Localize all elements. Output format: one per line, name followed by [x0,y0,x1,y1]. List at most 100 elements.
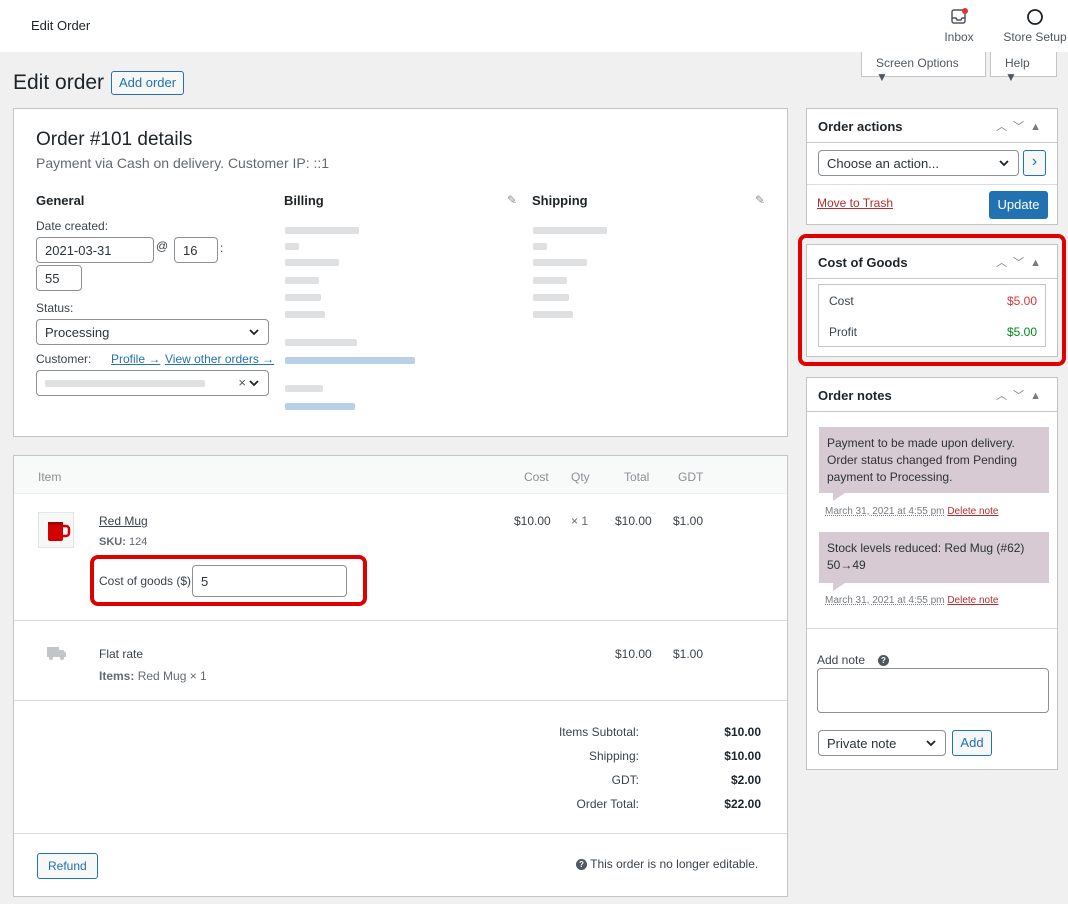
inbox-button[interactable]: Inbox [938,8,980,44]
delete-note-link[interactable]: Delete note [947,506,998,517]
note-pointer [833,583,845,591]
chevron-down-icon [249,380,259,387]
order-items-panel: Item Cost Qty Total GDT Red Mug SKU: 124… [13,455,788,897]
order-action-value: Choose an action... [827,156,940,171]
order-total-label: Order Total: [576,797,639,811]
screen-options-button[interactable]: Screen Options ▼ [861,52,986,84]
customer-label: Customer: [36,352,92,366]
move-to-trash-link[interactable]: Move to Trash [817,196,893,210]
items-subtotal-value: $10.00 [724,725,761,739]
product-total: $10.00 [615,514,652,528]
delete-note-link[interactable]: Delete note [947,595,998,606]
add-order-button[interactable]: Add order [111,71,185,95]
shipping-total-value: $10.00 [724,749,761,763]
add-note-button[interactable]: Add [952,730,992,756]
product-name-link[interactable]: Red Mug [99,514,148,528]
order-subheading: Payment via Cash on delivery. Customer I… [36,155,330,171]
shipping-total: $10.00 [615,647,652,661]
sku-value: 124 [128,536,148,548]
date-created-label: Date created: [36,219,109,233]
inbox-icon [951,8,968,24]
red-mug-thumbnail [38,512,74,548]
date-created-input[interactable]: 2021-03-31 [36,237,154,263]
edit-billing-pencil-icon[interactable]: ✎ [507,193,517,207]
chevron-down-icon [249,329,259,336]
gdt-total-label: GDT: [611,773,639,787]
order-actions-header[interactable]: Order actions ︿﹀▲ [807,109,1057,143]
shipping-gdt: $1.00 [673,647,704,661]
general-heading: General [36,193,85,208]
store-setup-label: Store Setup [1003,30,1067,44]
cost-column-header: Cost [524,470,549,484]
highlight-cost-of-goods-box [798,234,1066,366]
update-button[interactable]: Update [989,191,1048,219]
circle-progress-icon [1027,9,1043,25]
box-controls-icon[interactable]: ︿﹀▲ [996,387,1047,403]
customer-redacted [45,380,205,387]
order-actions-box: Order actions ︿﹀▲ Choose an action... › … [806,108,1058,225]
items-table-header: Item Cost Qty Total GDT [14,456,787,494]
hour-input[interactable]: 16 [174,237,218,263]
order-actions-title: Order actions [818,119,903,134]
shipping-items-value: Red Mug × 1 [137,669,207,683]
divider [807,184,1057,185]
order-total-value: $22.00 [724,797,761,811]
refund-button[interactable]: Refund [37,853,98,879]
shipping-heading: Shipping [532,193,588,208]
note-date: March 31, 2021 at 4:55 pm [825,595,945,606]
row-divider [14,700,787,701]
order-details-panel: Order #101 details Payment via Cash on d… [13,108,788,437]
total-column-header: Total [624,470,650,484]
apply-action-button[interactable]: › [1023,150,1046,176]
billing-heading: Billing [284,193,324,208]
product-cost: $10.00 [514,514,551,528]
note-meta: March 31, 2021 at 4:55 pm Delete note [825,595,998,606]
time-colon: : [220,241,224,255]
customer-profile-link[interactable]: Profile → [111,352,160,366]
help-button[interactable]: Help ▼ [990,52,1057,84]
item-column-header: Item [38,470,62,484]
note-textarea[interactable] [817,668,1049,713]
box-controls-icon[interactable]: ︿﹀▲ [996,118,1047,134]
clear-customer-icon[interactable]: × [238,375,246,390]
shipping-total-label: Shipping: [588,749,639,763]
not-editable-text: This order is no longer editable. [590,857,759,871]
store-setup-button[interactable]: Store Setup [1003,8,1067,44]
note-date: March 31, 2021 at 4:55 pm [825,506,945,517]
edit-shipping-pencil-icon[interactable]: ✎ [755,193,765,207]
inbox-label: Inbox [944,30,974,44]
status-label: Status: [36,301,74,315]
gdt-total-value: $2.00 [730,773,761,787]
order-notes-box: Order notes ︿﹀▲ Payment to be made upon … [806,377,1058,770]
status-select[interactable]: Processing [36,319,269,345]
order-note: Stock levels reduced: Red Mug (#62) 50→4… [819,532,1049,583]
customer-select[interactable]: × [36,370,269,396]
truck-icon [47,647,66,660]
shipping-items-label: Items: [99,669,135,683]
divider [807,628,1057,629]
page-title: Edit order [13,71,105,94]
gdt-column-header: GDT [678,470,704,484]
at-sign: @ [156,239,169,253]
product-gdt: $1.00 [673,514,704,528]
sku-label: SKU: [99,536,126,548]
note-pointer [833,493,845,501]
order-action-select[interactable]: Choose an action... [818,150,1019,176]
row-divider [14,620,787,621]
chevron-down-icon [926,740,936,747]
view-other-orders-link[interactable]: View other orders → [165,352,274,366]
help-icon[interactable]: ? [878,655,889,666]
qty-column-header: Qty [571,470,590,484]
product-qty: × 1 [571,514,589,528]
top-bar-title: Edit Order [31,18,91,33]
order-notes-title: Order notes [818,388,892,403]
order-notes-header[interactable]: Order notes ︿﹀▲ [807,378,1057,412]
order-note: Payment to be made upon delivery. Order … [819,427,1049,493]
mug-icon [48,522,71,541]
note-type-select[interactable]: Private note [818,730,946,756]
minute-input[interactable]: 55 [36,265,82,291]
shipping-method-name: Flat rate [99,647,144,661]
items-subtotal-label: Items Subtotal: [558,725,639,739]
add-note-label: Add note [817,653,866,667]
note-type-value: Private note [827,736,897,751]
